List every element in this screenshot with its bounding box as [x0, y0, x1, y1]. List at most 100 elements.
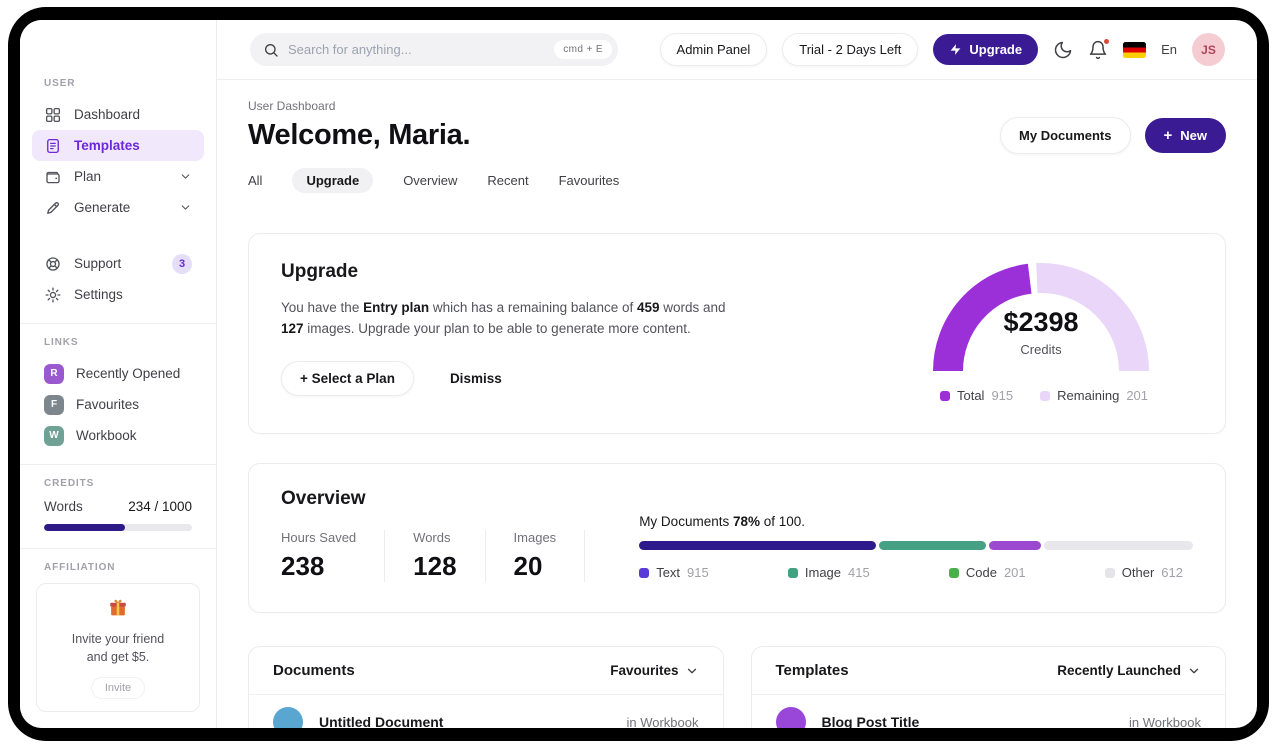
sidebar-link-favourites[interactable]: F Favourites [32, 389, 204, 420]
sidebar-item-support[interactable]: Support 3 [32, 248, 204, 279]
page-content: User Dashboard Welcome, Maria. My Docume… [217, 80, 1257, 728]
overview-card-title: Overview [281, 488, 366, 509]
sidebar-link-label: Recently Opened [76, 366, 181, 381]
sidebar-item-generate[interactable]: Generate [32, 192, 204, 223]
gauge-label: Credits [1020, 342, 1062, 357]
sidebar-item-label: Templates [74, 138, 140, 153]
notifications-bell-icon[interactable] [1088, 37, 1111, 60]
search-icon [263, 42, 279, 58]
admin-panel-button[interactable]: Admin Panel [659, 33, 768, 66]
new-button[interactable]: + New [1144, 118, 1226, 153]
dismiss-button[interactable]: Dismiss [450, 371, 502, 386]
progress-label: My Documents 78% of 100. [639, 514, 806, 529]
overview-stats: Hours Saved 238 Words 128 Images 20 [281, 530, 586, 582]
tab-upgrade[interactable]: Upgrade [292, 168, 374, 193]
sidebar-link-recently-opened[interactable]: R Recently Opened [32, 358, 204, 389]
invite-button[interactable]: Invite [90, 677, 146, 700]
language-label[interactable]: En [1161, 42, 1177, 57]
legend-swatch [639, 567, 650, 578]
sidebar-item-label: Dashboard [74, 107, 141, 122]
german-flag-icon[interactable] [1123, 41, 1147, 58]
sidebar-link-workbook[interactable]: W Workbook [32, 420, 204, 451]
screen: USER Dashboard Templates Plan Generate S… [0, 0, 1277, 750]
sidebar-links: R Recently Opened F Favourites W Workboo… [32, 358, 204, 451]
documents-card: Documents Favourites Untitled Document i… [248, 646, 724, 728]
grid-icon [44, 106, 62, 124]
gear-icon [44, 286, 62, 304]
sidebar-nav: Dashboard Templates Plan Generate Suppor… [32, 99, 204, 310]
documents-progress: My Documents 78% of 100. Text 915 Image … [639, 514, 1193, 582]
templates-card-title: Templates [775, 662, 849, 679]
filter-tabs: All Upgrade Overview Recent Favourites [248, 168, 1226, 193]
sidebar-section-user: USER [44, 78, 76, 89]
legend-swatch [1040, 390, 1051, 401]
legend-swatch [939, 390, 950, 401]
credits-gauge: $2398 Credits Total 915 Remaining 201 [931, 261, 1157, 403]
template-avatar [775, 707, 806, 728]
sidebar-item-dashboard[interactable]: Dashboard [32, 99, 204, 130]
sidebar-item-label: Generate [74, 200, 131, 215]
legend-swatch [1104, 567, 1115, 578]
legend-item-remaining: Remaining 201 [1040, 388, 1148, 403]
documents-card-title: Documents [273, 662, 355, 679]
stat-words: Words 128 [385, 530, 486, 582]
sidebar-item-settings[interactable]: Settings [32, 279, 204, 310]
chevron-down-icon [179, 201, 192, 214]
gift-icon [107, 597, 129, 619]
page-title: Welcome, Maria. [248, 119, 471, 151]
gauge-value: $2398 [1003, 307, 1079, 337]
credits-label: Words [44, 499, 83, 514]
segment-other [1044, 541, 1193, 550]
user-avatar[interactable]: JS [1192, 33, 1225, 66]
chevron-down-icon [179, 170, 192, 183]
trial-badge[interactable]: Trial - 2 Days Left [782, 33, 919, 66]
gauge-legend: Total 915 Remaining 201 [931, 388, 1157, 403]
tab-recent[interactable]: Recent [487, 168, 528, 193]
sidebar-section-links: LINKS [44, 337, 79, 348]
dark-mode-moon-icon[interactable] [1053, 40, 1073, 60]
link-initial-badge: F [44, 394, 64, 415]
legend-item-code: Code 201 [948, 565, 1026, 580]
template-row[interactable]: Blog Post Title in Workbook [752, 695, 1226, 728]
chevron-down-icon [685, 664, 699, 678]
wallet-icon [44, 168, 62, 186]
sidebar-item-plan[interactable]: Plan [32, 161, 204, 192]
sidebar: USER Dashboard Templates Plan Generate S… [20, 20, 217, 728]
sidebar-item-templates[interactable]: Templates [32, 130, 204, 161]
my-documents-button[interactable]: My Documents [1000, 117, 1131, 154]
plus-icon: + [1163, 127, 1173, 144]
segmented-progress-bar [639, 541, 1193, 550]
sidebar-section-affiliation: AFFILIATION [44, 562, 116, 573]
templates-filter-dropdown[interactable]: Recently Launched [1057, 663, 1201, 678]
tab-overview[interactable]: Overview [403, 168, 457, 193]
affiliation-card: Invite your friend and get $5. Invite [36, 583, 200, 713]
search-input[interactable] [288, 42, 546, 57]
lifebuoy-icon [44, 255, 62, 273]
sidebar-link-label: Workbook [76, 428, 137, 443]
credits-progress-track [44, 524, 192, 531]
sidebar-section-credits: CREDITS [44, 478, 95, 489]
upgrade-card: Upgrade You have the Entry plan which ha… [248, 233, 1226, 434]
support-badge: 3 [172, 253, 192, 274]
upgrade-button[interactable]: Upgrade [933, 34, 1039, 65]
document-row[interactable]: Untitled Document in Workbook [249, 695, 723, 728]
tab-all[interactable]: All [248, 168, 262, 193]
tab-favourites[interactable]: Favourites [559, 168, 620, 193]
templates-card: Templates Recently Launched Blog Post Ti… [750, 646, 1226, 728]
select-plan-button[interactable]: + Select a Plan [281, 360, 414, 396]
stat-images: Images 20 [486, 530, 586, 582]
sidebar-item-label: Support [74, 256, 122, 271]
segment-text [639, 541, 876, 550]
plus-icon: + [300, 370, 312, 386]
divider [20, 548, 216, 549]
search-bar[interactable]: cmd + E [250, 33, 618, 66]
chevron-down-icon [1187, 664, 1201, 678]
sidebar-item-label: Settings [74, 287, 123, 302]
legend-swatch [787, 567, 798, 578]
overview-card: Overview Hours Saved 238 Words 128 Image… [248, 463, 1226, 613]
search-shortcut: cmd + E [554, 40, 612, 59]
credits-progress-fill [44, 524, 126, 531]
legend-swatch [948, 567, 959, 578]
documents-filter-dropdown[interactable]: Favourites [610, 663, 698, 678]
link-initial-badge: W [44, 425, 64, 446]
